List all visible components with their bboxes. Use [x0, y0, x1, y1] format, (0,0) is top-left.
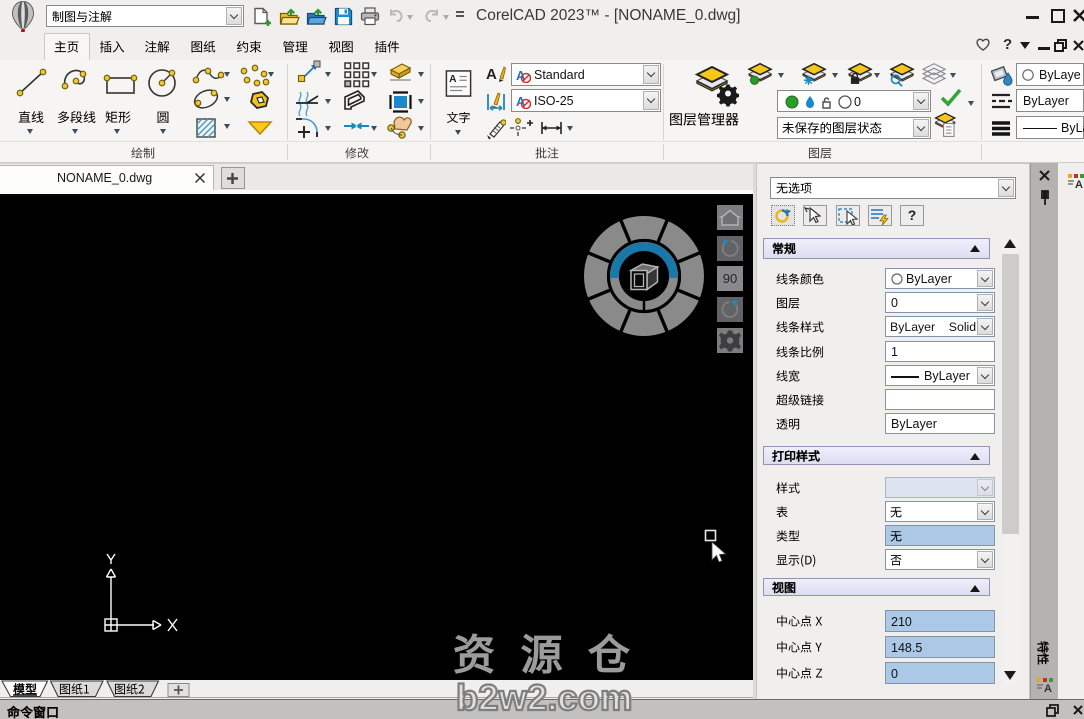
svg-text:A: A [1075, 179, 1083, 191]
svg-text:A: A [516, 94, 526, 109]
svg-text:A: A [449, 74, 457, 85]
svg-text:A: A [516, 68, 526, 83]
svg-text:A: A [1044, 683, 1052, 695]
svg-text:A: A [486, 66, 497, 83]
